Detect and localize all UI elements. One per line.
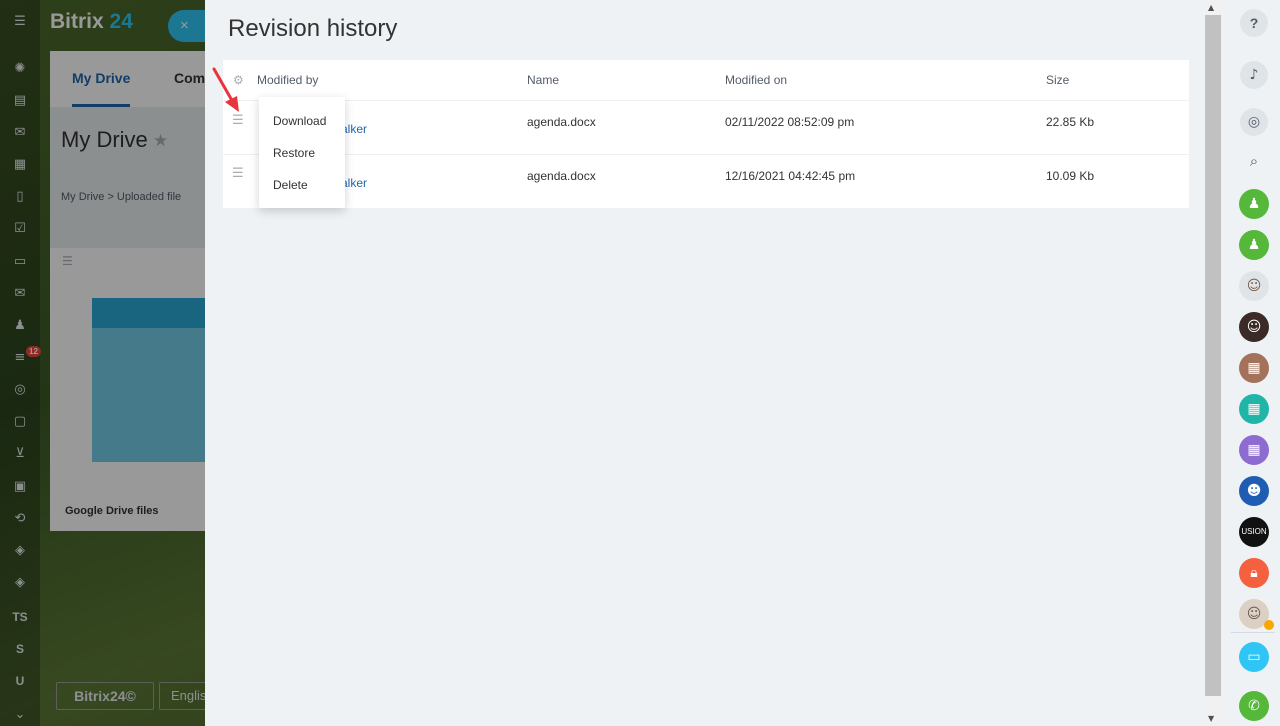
modified-on: 12/16/2021 04:42:45 pm — [725, 169, 856, 183]
file-size: 22.85 Kb — [1046, 115, 1095, 129]
slider-title: Revision history — [228, 15, 398, 42]
column-header-modified-by[interactable]: Modified by — [257, 73, 318, 87]
chat-bubble-icon[interactable]: ◎ — [1240, 108, 1268, 136]
file-name: agenda.docx — [527, 115, 596, 129]
file-size: 10.09 Kb — [1046, 169, 1095, 183]
column-header-name[interactable]: Name — [527, 73, 559, 87]
scroll-down-icon[interactable]: ▼ — [1208, 714, 1214, 723]
scrollbar[interactable]: ▲ ▼ — [1203, 0, 1223, 726]
menu-item-delete[interactable]: Delete — [273, 178, 308, 192]
avatar[interactable]: ☺ — [1239, 312, 1269, 342]
bell-icon[interactable]: ♪ — [1240, 61, 1268, 89]
revision-grid: ⚙ Modified by Name Modified on Size ☰ al… — [223, 60, 1189, 208]
group-chat-icon[interactable]: ♟ — [1239, 230, 1269, 260]
group-chat-icon[interactable]: ☻ — [1239, 476, 1269, 506]
file-name: agenda.docx — [527, 169, 596, 183]
row-divider — [223, 154, 1189, 155]
revision-history-slider: Revision history ⚙ Modified by Name Modi… — [205, 0, 1223, 726]
column-header-modified-on[interactable]: Modified on — [725, 73, 787, 87]
row-context-menu: Download Restore Delete — [259, 97, 345, 208]
modified-on: 02/11/2022 08:52:09 pm — [725, 115, 855, 129]
menu-item-restore[interactable]: Restore — [273, 146, 315, 160]
divider — [1231, 632, 1275, 633]
menu-item-download[interactable]: Download — [273, 114, 326, 128]
fusion-avatar[interactable]: USION — [1239, 517, 1269, 547]
row-menu-icon[interactable]: ☰ — [232, 166, 244, 181]
calendar-chat-icon[interactable]: ▦ — [1239, 353, 1269, 383]
annotation-arrow-icon — [212, 67, 239, 112]
scroll-up-icon[interactable]: ▲ — [1208, 3, 1214, 12]
right-bar: ? ♪ ◎ ⌕ ♟ ♟ ☺ ☺ ▦ ▦ ▦ ☻ USION 🔒︎ ☺ ▭ ✆ — [1223, 0, 1280, 726]
help-icon[interactable]: ? — [1240, 9, 1268, 37]
calendar-chat-icon[interactable]: ▦ — [1239, 394, 1269, 424]
header-divider — [223, 100, 1189, 101]
calendar-chat-icon[interactable]: ▦ — [1239, 435, 1269, 465]
avatar[interactable]: ☺ — [1239, 271, 1269, 301]
column-header-size[interactable]: Size — [1046, 73, 1069, 87]
group-chat-icon[interactable]: ♟ — [1239, 189, 1269, 219]
phone-icon[interactable]: ✆ — [1239, 691, 1269, 721]
status-badge — [1264, 620, 1274, 630]
search-icon[interactable]: ⌕ — [1245, 152, 1263, 170]
screen-share-icon[interactable]: ▭ — [1239, 642, 1269, 672]
scrollbar-thumb[interactable] — [1205, 15, 1221, 696]
lock-icon[interactable]: 🔒︎ — [1239, 558, 1269, 588]
